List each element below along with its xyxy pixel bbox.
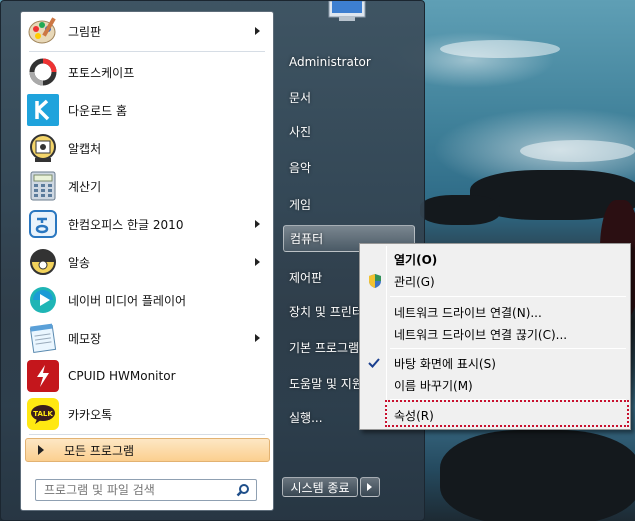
programs-pane: 그림판 포토스케이프 다운로드 홈 알캡처 계산기 한컴오피스 한글 2010 … (20, 11, 274, 511)
program-item-notepad[interactable]: 메모장 (24, 320, 270, 356)
menu-separator (390, 296, 626, 297)
kakaotalk-icon: TALK (27, 398, 59, 430)
program-item-alcapture[interactable]: 알캡처 (24, 130, 270, 166)
right-item-label: 도움말 및 지원 (289, 377, 363, 391)
right-item-label: 제어판 (289, 271, 323, 285)
program-item-hwmonitor[interactable]: CPUID HWMonitor (24, 358, 270, 394)
chevron-right-icon (367, 483, 372, 491)
program-label: 네이버 미디어 플레이어 (68, 293, 187, 308)
calculator-icon (27, 170, 59, 202)
shutdown-label: 시스템 종료 (290, 480, 350, 495)
right-item-games[interactable]: 게임 (283, 191, 415, 218)
submenu-arrow-icon (255, 334, 260, 342)
menu-item-disconnect-network-drive[interactable]: 네트워크 드라이브 연결 끊기(C)... (362, 323, 628, 345)
program-label: CPUID HWMonitor (68, 369, 176, 383)
right-item-label: Administrator (289, 54, 371, 69)
program-label: 알송 (68, 255, 91, 270)
program-label: 알캡처 (68, 141, 102, 156)
program-label: 포토스케이프 (68, 65, 135, 80)
program-item-download-home[interactable]: 다운로드 홈 (24, 92, 270, 128)
program-label: 메모장 (68, 331, 102, 346)
search-box[interactable] (35, 479, 257, 501)
photoscape-icon (27, 56, 59, 88)
right-item-user[interactable]: Administrator (283, 48, 415, 75)
program-label: 한컴오피스 한글 2010 (68, 217, 184, 232)
play-arrow-icon (38, 445, 44, 455)
program-label: 다운로드 홈 (68, 103, 128, 118)
user-picture[interactable] (319, 0, 379, 23)
search-icon[interactable] (236, 483, 250, 497)
right-item-label: 실행... (289, 411, 323, 425)
right-item-label: 기본 프로그램 (289, 341, 360, 355)
submenu-arrow-icon (255, 27, 260, 35)
menu-item-show-on-desktop[interactable]: 바탕 화면에 표시(S) (362, 352, 628, 374)
menu-item-label: 네트워크 드라이브 연결(N)... (394, 305, 542, 320)
program-item-calculator[interactable]: 계산기 (24, 168, 270, 204)
menu-item-label: 관리(G) (394, 274, 435, 289)
program-item-paint[interactable]: 그림판 (24, 13, 270, 49)
program-label: 그림판 (68, 24, 102, 39)
program-item-naver-media-player[interactable]: 네이버 미디어 플레이어 (24, 282, 270, 318)
menu-item-label: 바탕 화면에 표시(S) (394, 356, 496, 371)
menu-item-manage[interactable]: 관리(G) (362, 270, 628, 292)
menu-item-open[interactable]: 열기(O) (362, 248, 628, 270)
right-item-label: 게임 (289, 198, 312, 212)
menu-item-rename[interactable]: 이름 바꾸기(M) (362, 374, 628, 396)
menu-item-map-network-drive[interactable]: 네트워크 드라이브 연결(N)... (362, 301, 628, 323)
notepad-icon (27, 322, 59, 354)
shutdown-button[interactable]: 시스템 종료 (282, 477, 358, 497)
checkmark-icon (368, 358, 380, 368)
search-input[interactable] (44, 483, 224, 497)
right-item-label: 문서 (289, 91, 312, 105)
menu-item-label: 네트워크 드라이브 연결 끊기(C)... (394, 327, 568, 342)
shutdown-group: 시스템 종료 (282, 477, 382, 497)
right-item-label: 장치 및 프린터 (289, 305, 363, 319)
right-item-label: 컴퓨터 (290, 232, 324, 246)
program-item-alsong[interactable]: 알송 (24, 244, 270, 280)
download-home-icon (27, 94, 59, 126)
properties-highlight-box (385, 400, 629, 427)
right-item-label: 음악 (289, 161, 312, 175)
submenu-arrow-icon (255, 258, 260, 266)
right-item-music[interactable]: 음악 (283, 154, 415, 181)
hancom-icon (27, 208, 59, 240)
alsong-icon (27, 246, 59, 278)
right-item-documents[interactable]: 문서 (283, 84, 415, 111)
paint-icon (27, 15, 59, 47)
program-label: 계산기 (68, 179, 102, 194)
hwmonitor-icon (27, 360, 59, 392)
all-programs-label: 모든 프로그램 (64, 443, 135, 458)
divider (29, 434, 265, 435)
shield-icon (369, 274, 381, 288)
all-programs-button[interactable]: 모든 프로그램 (25, 438, 270, 462)
program-item-kakaotalk[interactable]: TALK 카카오톡 (24, 396, 270, 432)
kakao-badge-text: TALK (33, 410, 53, 418)
right-item-pictures[interactable]: 사진 (283, 118, 415, 145)
shutdown-options-button[interactable] (360, 477, 380, 497)
naver-media-player-icon (27, 284, 59, 316)
alcapture-icon (27, 132, 59, 164)
program-label: 카카오톡 (68, 407, 113, 422)
divider (29, 51, 265, 52)
program-item-photoscape[interactable]: 포토스케이프 (24, 54, 270, 90)
menu-separator (390, 348, 626, 349)
menu-item-label: 열기(O) (394, 252, 438, 267)
menu-item-label: 이름 바꾸기(M) (394, 378, 473, 393)
right-item-label: 사진 (289, 125, 312, 139)
program-item-hancom[interactable]: 한컴오피스 한글 2010 (24, 206, 270, 242)
submenu-arrow-icon (255, 220, 260, 228)
